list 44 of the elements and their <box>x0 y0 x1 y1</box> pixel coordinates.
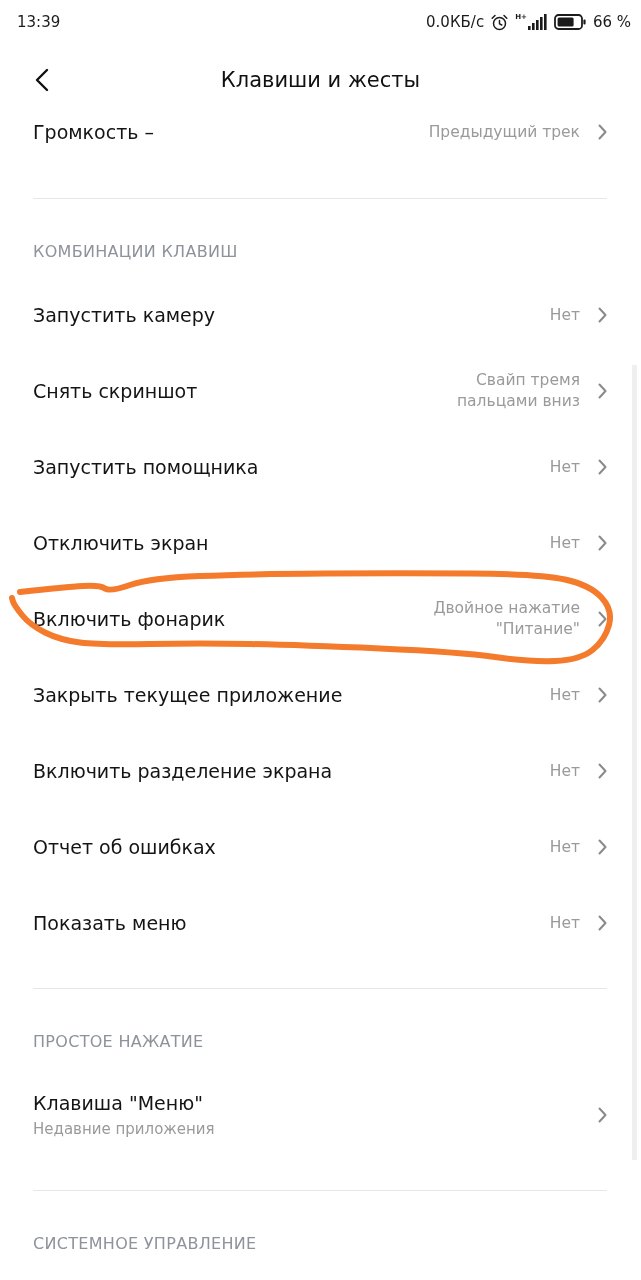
setting-value: Нет <box>549 456 580 478</box>
setting-value: Двойное нажатие "Питание" <box>432 598 580 640</box>
setting-label[interactable]: Отчет об ошибках <box>33 835 216 859</box>
chevron-right-icon <box>598 763 607 779</box>
setting-value: Нет <box>549 760 580 782</box>
setting-value: Предыдущий трек <box>428 121 580 143</box>
setting-label[interactable]: Снять скриншот <box>33 379 198 403</box>
battery-percentage: 66 % <box>592 13 631 31</box>
setting-label[interactable]: Закрыть текущее приложение <box>33 683 343 707</box>
setting-label[interactable]: Включить разделение экрана <box>33 759 333 783</box>
section-header: ПРОСТОЕ НАЖАТИЕ <box>33 1032 204 1051</box>
chevron-right-icon <box>598 915 607 931</box>
chevron-right-icon <box>598 687 607 703</box>
page-title: Клавиши и жесты <box>220 68 421 92</box>
alarm-clock-icon <box>491 13 509 31</box>
section-header: КОМБИНАЦИИ КЛАВИШ <box>33 242 238 261</box>
chevron-right-icon <box>598 535 607 551</box>
chevron-right-icon <box>598 839 607 855</box>
status-time: 13:39 <box>17 13 61 31</box>
setting-value: Нет <box>549 532 580 554</box>
battery-icon <box>553 14 586 30</box>
setting-label[interactable]: Запустить камеру <box>33 303 216 327</box>
chevron-right-icon <box>598 459 607 475</box>
setting-value: Свайп тремя пальцами вниз <box>456 370 580 412</box>
setting-label[interactable]: Громкость – <box>33 120 154 144</box>
setting-value: Нет <box>549 912 580 934</box>
setting-value: Нет <box>549 836 580 858</box>
back-icon[interactable] <box>35 68 49 92</box>
setting-label[interactable]: Показать меню <box>33 911 187 935</box>
setting-value: Нет <box>549 684 580 706</box>
setting-label[interactable]: Клавиша "Меню" <box>33 1091 203 1115</box>
chevron-right-icon <box>598 1107 607 1123</box>
setting-value: Нет <box>549 304 580 326</box>
chevron-right-icon <box>598 383 607 399</box>
setting-label[interactable]: Запустить помощника <box>33 455 259 479</box>
setting-description: Недавние приложения <box>33 1119 215 1139</box>
setting-label[interactable]: Отключить экран <box>33 531 209 555</box>
chevron-right-icon <box>598 124 607 140</box>
chevron-right-icon <box>598 307 607 323</box>
signal-icon <box>527 14 547 30</box>
chevron-right-icon <box>598 611 607 627</box>
setting-label[interactable]: Включить фонарик <box>33 607 226 631</box>
network-speed: 0.0КБ/с <box>426 13 485 31</box>
section-header: СИСТЕМНОЕ УПРАВЛЕНИЕ <box>33 1234 257 1253</box>
